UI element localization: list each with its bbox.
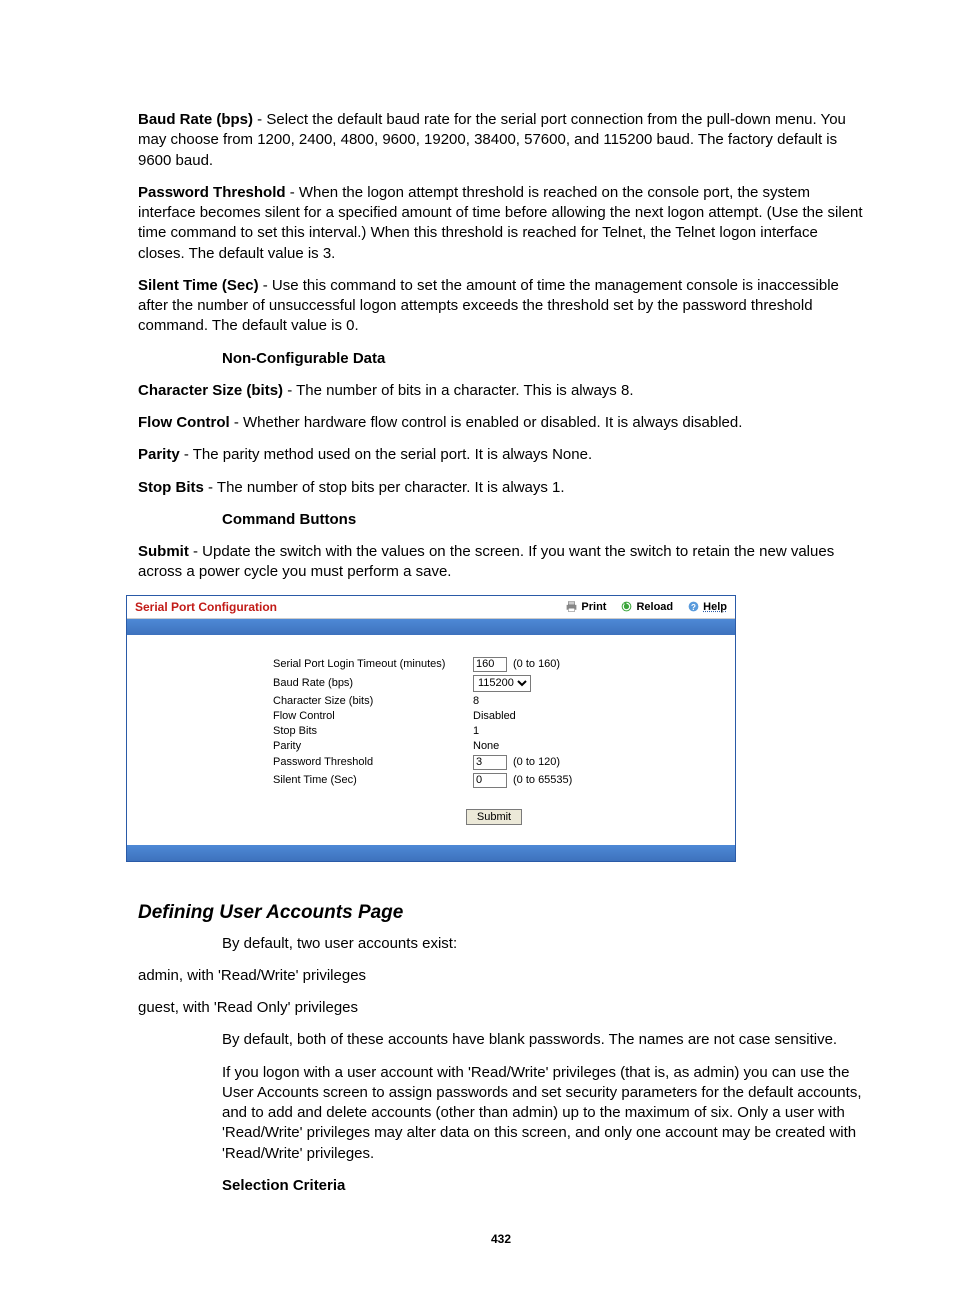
panel-footer-bar <box>127 845 735 861</box>
para-baud: Baud Rate (bps) - Select the default bau… <box>138 110 864 171</box>
bullet-guest: guest, with 'Read Only' privileges <box>138 998 864 1018</box>
submit-button[interactable]: Submit <box>466 809 522 825</box>
value-charsize: 8 <box>473 695 479 707</box>
input-timeout[interactable] <box>473 657 507 672</box>
reload-icon <box>620 600 633 613</box>
label-stopbits: Stop Bits <box>273 725 473 737</box>
label-baud: Baud Rate (bps) <box>273 677 473 689</box>
reload-label: Reload <box>636 601 673 613</box>
svg-text:?: ? <box>691 603 696 612</box>
heading-cmdbtn: Command Buttons <box>138 510 864 530</box>
value-flowctl: Disabled <box>473 710 516 722</box>
para-stopbits: Stop Bits - The number of stop bits per … <box>138 478 864 498</box>
label-silent: Silent Time (Sec) <box>273 774 473 786</box>
para-pwdthr: Password Threshold - When the logon atte… <box>138 183 864 264</box>
page-number: 432 <box>138 1232 864 1246</box>
print-label: Print <box>581 601 606 613</box>
para-flowctl: Flow Control - Whether hardware flow con… <box>138 413 864 433</box>
para-blank-pwd: By default, both of these accounts have … <box>138 1030 864 1050</box>
panel-header: Serial Port Configuration Print Reload ?… <box>127 596 735 619</box>
input-silent[interactable] <box>473 773 507 788</box>
para-charsize: Character Size (bits) - The number of bi… <box>138 381 864 401</box>
lead-user-accounts: By default, two user accounts exist: <box>138 934 864 954</box>
print-button[interactable]: Print <box>565 600 606 613</box>
help-icon: ? <box>687 600 700 613</box>
para-parity: Parity - The parity method used on the s… <box>138 445 864 465</box>
range-timeout: (0 to 160) <box>513 658 560 670</box>
help-label: Help <box>703 601 727 613</box>
heading-selection-criteria: Selection Criteria <box>138 1176 864 1196</box>
select-baud[interactable]: 115200 <box>473 675 531 692</box>
label-flowctl: Flow Control <box>273 710 473 722</box>
value-parity: None <box>473 740 499 752</box>
heading-noncfg: Non-Configurable Data <box>138 349 864 369</box>
panel-title: Serial Port Configuration <box>135 600 565 614</box>
bullet-admin: admin, with 'Read/Write' privileges <box>138 966 864 986</box>
range-silent: (0 to 65535) <box>513 774 572 786</box>
value-stopbits: 1 <box>473 725 479 737</box>
label-parity: Parity <box>273 740 473 752</box>
para-silent: Silent Time (Sec) - Use this command to … <box>138 276 864 337</box>
para-rw-desc: If you logon with a user account with 'R… <box>138 1063 864 1164</box>
input-pwdthr[interactable] <box>473 755 507 770</box>
label-pwdthr: Password Threshold <box>273 756 473 768</box>
panel-divider <box>127 619 735 635</box>
help-button[interactable]: ? Help <box>687 600 727 613</box>
reload-button[interactable]: Reload <box>620 600 673 613</box>
serial-port-config-panel: Serial Port Configuration Print Reload ?… <box>126 595 736 862</box>
label-charsize: Character Size (bits) <box>273 695 473 707</box>
label-timeout: Serial Port Login Timeout (minutes) <box>273 658 473 670</box>
printer-icon <box>565 600 578 613</box>
heading-user-accounts: Defining User Accounts Page <box>138 902 864 924</box>
range-pwdthr: (0 to 120) <box>513 756 560 768</box>
para-submit-desc: Submit - Update the switch with the valu… <box>138 542 864 583</box>
